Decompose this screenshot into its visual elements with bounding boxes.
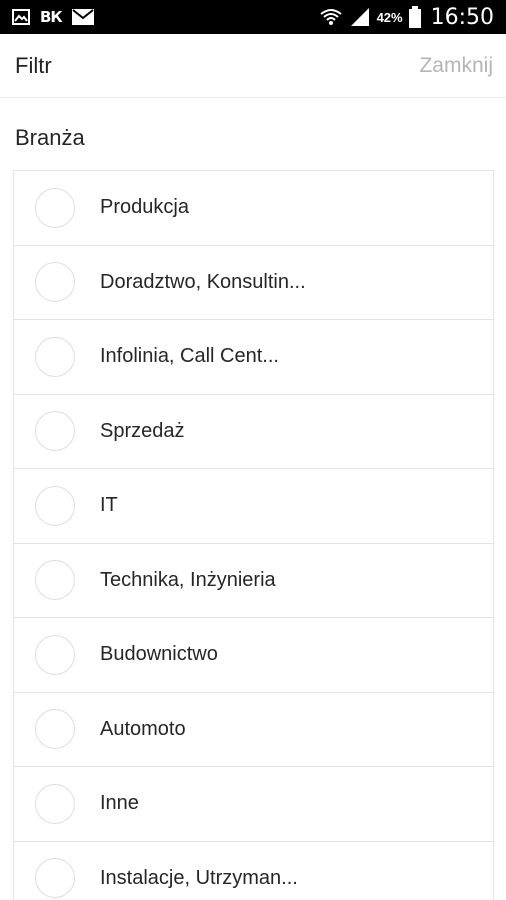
option-label: Doradztwo, Konsultin... [100, 270, 306, 293]
list-item[interactable]: IT [14, 469, 493, 544]
list-item[interactable]: Budownictwo [14, 618, 493, 693]
battery-icon [408, 6, 421, 28]
radio-button[interactable] [35, 560, 75, 601]
option-label: Instalacje, Utrzyman... [100, 866, 298, 889]
radio-button[interactable] [35, 336, 75, 377]
list-item[interactable]: Instalacje, Utrzyman... [14, 842, 493, 900]
section-label-industry: Branża [15, 125, 85, 150]
clock: 16:50 [430, 4, 494, 30]
option-label: Technika, Inżynieria [100, 568, 276, 591]
wifi-icon [319, 7, 343, 27]
option-label: Sprzedaż [100, 419, 185, 442]
option-label: Budownictwo [100, 643, 218, 666]
option-label: Inne [100, 792, 139, 815]
list-item[interactable]: Doradztwo, Konsultin... [14, 246, 493, 320]
list-item[interactable]: Produkcja [14, 171, 493, 246]
radio-button[interactable] [35, 485, 75, 526]
page-title: Filtr [15, 52, 52, 78]
status-bar-right: 42% 16:50 [319, 5, 494, 30]
status-bar: ВК 42% 16:50 [0, 0, 506, 34]
status-bar-left: ВК [12, 8, 94, 26]
list-item[interactable]: Technika, Inżynieria [14, 544, 493, 618]
list-item[interactable]: Sprzedaż [14, 395, 493, 469]
option-label: Produkcja [100, 196, 189, 219]
mail-icon [71, 9, 94, 25]
option-label: Automoto [100, 717, 186, 740]
radio-button[interactable] [35, 858, 75, 899]
radio-button[interactable] [35, 783, 75, 824]
close-button[interactable]: Zamknij [419, 54, 493, 78]
app-header: Filtr Zamknij [0, 34, 506, 98]
radio-button[interactable] [35, 187, 75, 228]
vk-icon: ВК [40, 8, 63, 26]
option-label: IT [100, 494, 118, 517]
signal-icon [349, 7, 371, 27]
radio-button[interactable] [35, 709, 75, 750]
radio-button[interactable] [35, 262, 75, 303]
list-item[interactable]: Automoto [14, 693, 493, 767]
radio-button[interactable] [35, 634, 75, 675]
list-item[interactable]: Inne [14, 767, 493, 842]
radio-button[interactable] [35, 411, 75, 452]
list-item[interactable]: Infolinia, Call Cent... [14, 320, 493, 395]
option-label: Infolinia, Call Cent... [100, 345, 279, 368]
gallery-icon [12, 9, 30, 25]
battery-percent: 42% [376, 9, 403, 25]
industry-options-list: Produkcja Doradztwo, Konsultin... Infoli… [13, 170, 494, 900]
